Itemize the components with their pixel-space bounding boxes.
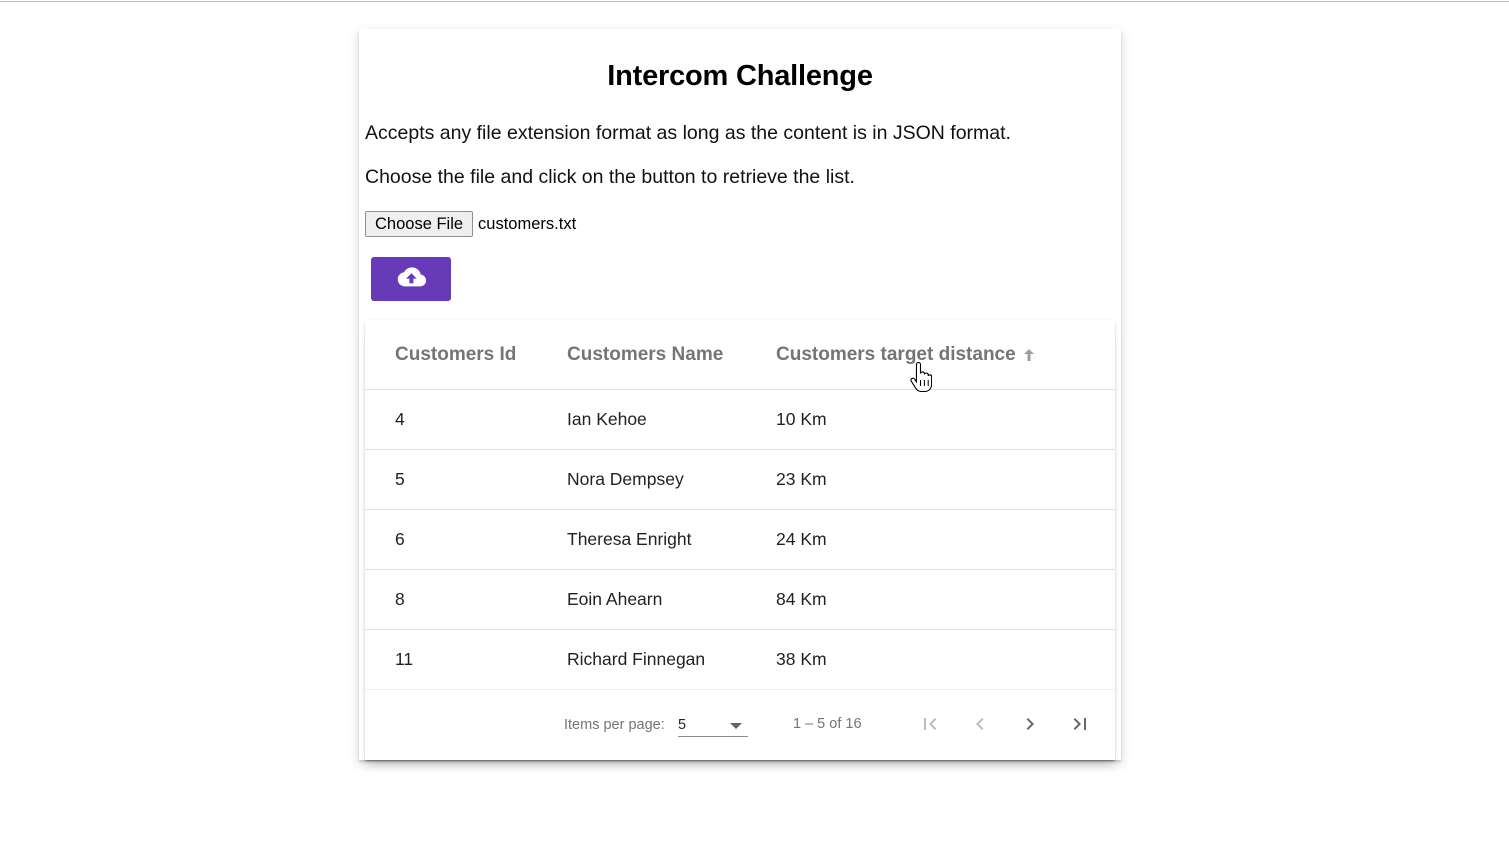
column-header-distance[interactable]: Customers target distance [776,320,1036,389]
selected-file-name: customers.txt [478,214,577,233]
cell-name: Richard Finnegan [567,649,706,669]
items-per-page-label: Items per page: [564,717,665,733]
description-instructions: Choose the file and click on the button … [365,166,855,188]
table-row: 11 Richard Finnegan 38 Km [365,630,1115,690]
table-row: 4 Ian Kehoe 10 Km [365,390,1115,450]
cell-name: Ian Kehoe [567,409,647,429]
main-card: Intercom Challenge Accepts any file exte… [359,29,1121,760]
chevron-right-icon [1018,712,1042,740]
items-per-page-select[interactable]: 5 [678,714,748,737]
file-input[interactable]: Choose File customers.txt [365,210,576,238]
first-page-icon [918,712,942,740]
chevron-left-icon [968,712,992,740]
top-divider [0,1,1509,2]
table-row: 8 Eoin Ahearn 84 Km [365,570,1115,630]
paginator: Items per page: 5 1 – 5 of 16 [365,690,1115,760]
previous-page-button[interactable] [960,706,1000,746]
cloud-upload-icon [395,265,427,294]
customers-table: Customers Id Customers Name Customers ta… [365,320,1115,760]
upload-button[interactable] [371,257,451,301]
cell-name: Nora Dempsey [567,469,684,489]
cell-distance: 23 Km [776,469,827,489]
first-page-button[interactable] [910,706,950,746]
cell-id: 8 [395,589,405,609]
cell-distance: 10 Km [776,409,827,429]
choose-file-button[interactable]: Choose File [365,211,474,237]
sort-arrow-up-icon [1022,347,1036,363]
last-page-icon [1068,712,1092,740]
dropdown-caret-icon [730,723,742,729]
cell-distance: 84 Km [776,589,827,609]
description-format: Accepts any file extension format as lon… [365,122,1011,144]
table-header-row: Customers Id Customers Name Customers ta… [365,320,1115,390]
table-row: 5 Nora Dempsey 23 Km [365,450,1115,510]
column-header-distance-label: Customers target distance [776,343,1016,365]
page-range-label: 1 – 5 of 16 [793,716,862,732]
column-header-name[interactable]: Customers Name [567,320,723,389]
cell-id: 4 [395,409,405,429]
items-per-page-value: 5 [678,717,687,733]
cell-distance: 24 Km [776,529,827,549]
cell-name: Theresa Enright [567,529,692,549]
last-page-button[interactable] [1060,706,1100,746]
page-title: Intercom Challenge [607,60,873,92]
cell-id: 6 [395,529,405,549]
next-page-button[interactable] [1010,706,1050,746]
hand-cursor-icon [910,361,933,401]
column-header-id[interactable]: Customers Id [395,320,516,389]
cell-id: 11 [395,649,414,669]
cell-id: 5 [395,469,405,489]
table-row: 6 Theresa Enright 24 Km [365,510,1115,570]
cell-name: Eoin Ahearn [567,589,663,609]
cell-distance: 38 Km [776,649,827,669]
